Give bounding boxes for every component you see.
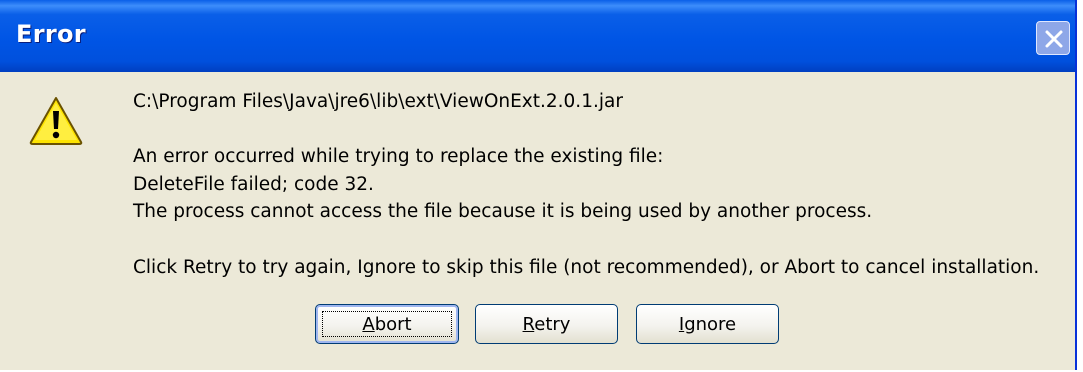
dialog-title: Error bbox=[16, 20, 86, 48]
file-path-text: C:\Program Files\Java\jre6\lib\ext\ViewO… bbox=[133, 91, 623, 112]
title-bar[interactable]: Error bbox=[0, 0, 1075, 72]
ignore-button-label: Ignore bbox=[678, 313, 737, 335]
error-dialog: Error C:\Program Files\Java\jre6\lib\ext… bbox=[0, 0, 1077, 370]
close-icon bbox=[1045, 30, 1063, 48]
error-line-2: DeleteFile failed; code 32. bbox=[133, 174, 374, 195]
instruction-text: Click Retry to try again, Ignore to skip… bbox=[133, 257, 1040, 278]
abort-button-label: Abort bbox=[362, 313, 412, 335]
error-line-3: The process cannot access the file becau… bbox=[133, 201, 873, 222]
close-button[interactable] bbox=[1036, 21, 1070, 55]
warning-icon bbox=[29, 97, 83, 145]
error-line-1: An error occurred while trying to replac… bbox=[133, 146, 664, 167]
ignore-button[interactable]: Ignore bbox=[636, 304, 779, 344]
abort-button[interactable]: Abort bbox=[315, 304, 459, 344]
retry-button-label: Retry bbox=[522, 313, 571, 335]
retry-button[interactable]: Retry bbox=[475, 304, 618, 344]
